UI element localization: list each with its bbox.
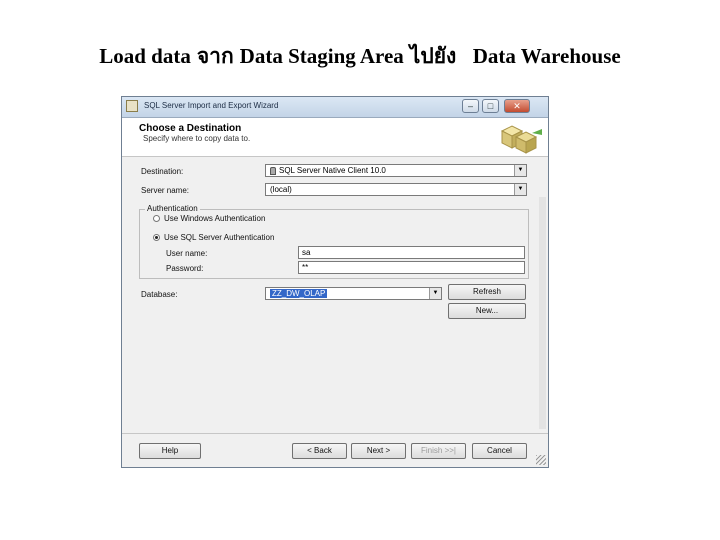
password-input[interactable]: ** — [298, 261, 525, 274]
help-button[interactable]: Help — [139, 443, 201, 459]
database-label: Database: — [141, 290, 178, 299]
window-title: SQL Server Import and Export Wizard — [144, 101, 279, 110]
chevron-down-icon[interactable]: ▼ — [514, 165, 526, 176]
chevron-down-icon[interactable]: ▼ — [514, 184, 526, 195]
cancel-button[interactable]: Cancel — [472, 443, 527, 459]
window-titlebar[interactable]: SQL Server Import and Export Wizard – □ … — [122, 97, 548, 118]
database-select[interactable]: ZZ_DW_OLAP ▼ — [265, 287, 442, 300]
page-subtitle: Specify where to copy data to. — [143, 134, 251, 143]
wizard-window: SQL Server Import and Export Wizard – □ … — [121, 96, 549, 468]
chevron-down-icon[interactable]: ▼ — [429, 288, 441, 299]
server-name-value: (local) — [270, 185, 292, 194]
destination-select[interactable]: SQL Server Native Client 10.0 ▼ — [265, 164, 527, 177]
finish-button[interactable]: Finish >>| — [411, 443, 466, 459]
database-value: ZZ_DW_OLAP — [270, 289, 328, 298]
title-part-3: Data Staging Area — [239, 44, 404, 68]
scrollbar[interactable] — [539, 197, 546, 429]
app-icon — [126, 100, 138, 112]
title-part-1: Load data — [99, 44, 191, 68]
username-input[interactable]: sa — [298, 246, 525, 259]
back-button[interactable]: < Back — [292, 443, 347, 459]
username-label: User name: — [166, 249, 208, 258]
new-database-button[interactable]: New... — [448, 303, 526, 319]
sql-auth-label[interactable]: Use SQL Server Authentication — [164, 233, 274, 242]
windows-auth-label[interactable]: Use Windows Authentication — [164, 214, 265, 223]
wizard-cubes-icon — [500, 125, 542, 154]
footer-divider — [122, 433, 548, 434]
resize-grip[interactable] — [536, 455, 546, 465]
destination-value: SQL Server Native Client 10.0 — [279, 166, 386, 175]
wizard-header: Choose a Destination Specify where to co… — [122, 118, 548, 157]
next-button[interactable]: Next > — [351, 443, 406, 459]
windows-auth-radio[interactable] — [153, 215, 160, 222]
server-name-label: Server name: — [141, 186, 190, 195]
password-label: Password: — [166, 264, 204, 273]
authentication-legend: Authentication — [145, 204, 200, 213]
destination-label: Destination: — [141, 167, 184, 176]
server-name-select[interactable]: (local) ▼ — [265, 183, 527, 196]
maximize-button[interactable]: □ — [482, 99, 499, 113]
database-icon — [270, 166, 276, 175]
title-part-4: ไปยัง — [409, 44, 457, 68]
slide-title: Load data จาก Data Staging Area ไปยัง Data … — [0, 40, 720, 73]
refresh-button[interactable]: Refresh — [448, 284, 526, 300]
minimize-button[interactable]: – — [462, 99, 479, 113]
sql-auth-radio[interactable] — [153, 234, 160, 241]
title-part-2: จาก — [196, 44, 234, 68]
title-part-5: Data Warehouse — [472, 44, 621, 68]
page-title: Choose a Destination — [139, 123, 242, 134]
close-button[interactable]: ✕ — [504, 99, 530, 113]
